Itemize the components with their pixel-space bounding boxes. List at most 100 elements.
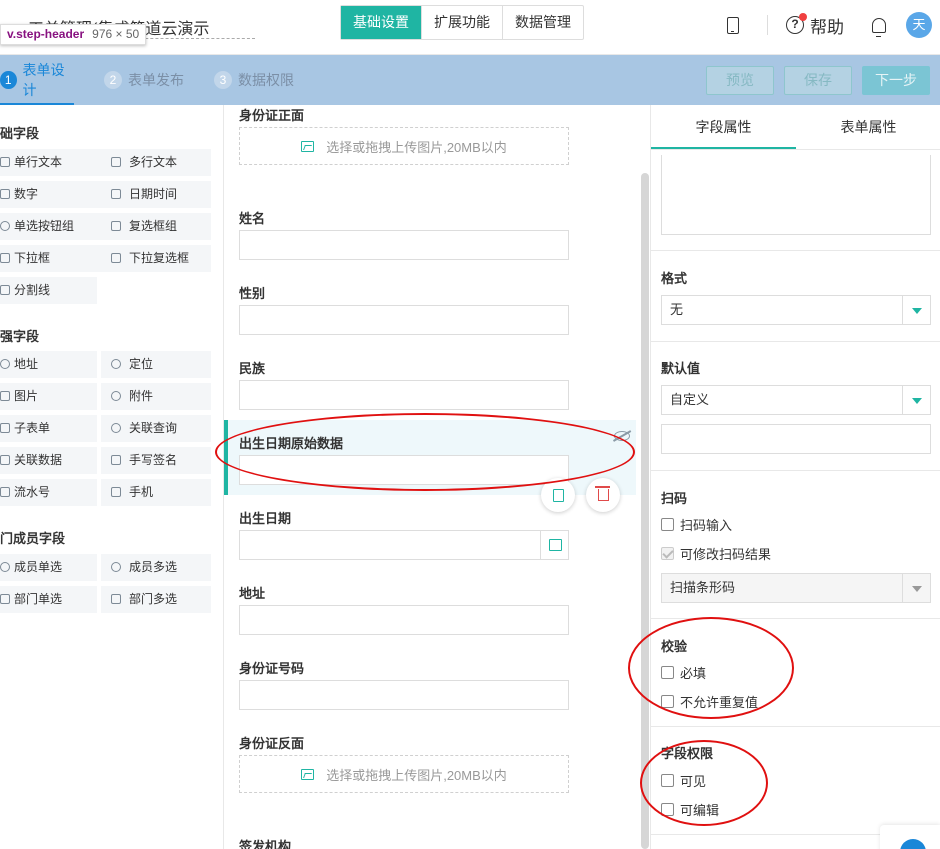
description-textarea[interactable] [661,155,931,235]
chevron-down-icon [902,296,930,324]
properties-tabs: 字段属性 表单属性 [651,105,940,150]
step-form-publish[interactable]: 2 表单发布 [104,55,184,105]
scan-type-value: 扫描条形码 [670,580,736,595]
validation-label: 校验 [661,639,688,654]
field-checkbox-group[interactable]: 复选框组 [101,213,211,240]
field-label: 流水号 [14,485,51,499]
checkbox-label: 可见 [680,773,707,789]
field-serial-number[interactable]: 流水号 [0,479,97,506]
format-select[interactable]: 无 [661,295,931,325]
field-linked-data[interactable]: 关联数据 [0,447,97,474]
field-phone[interactable]: 手机 [101,479,211,506]
field-divider[interactable]: 分割线 [0,277,97,304]
field-single-text[interactable]: 单行文本 [0,149,110,176]
required-checkbox[interactable]: 必填 [661,662,706,682]
form-canvas: 身份证正面 选择或拖拽上传图片,20MB以内 姓名 性别 民族 出生日期原始数据… [224,105,650,849]
tab-form-properties[interactable]: 表单属性 [796,105,940,149]
field-radio-group[interactable]: 单选按钮组 [0,213,110,240]
step-label: 数据权限 [238,72,294,88]
devtools-tag-dims: 976 × 50 [92,27,140,41]
default-value-select[interactable]: 自定义 [661,385,931,415]
field-label: 图片 [14,389,39,403]
visible-checkbox[interactable]: 可见 [661,770,706,790]
field-dropdown[interactable]: 下拉框 [0,245,110,272]
step-form-design[interactable]: 1 表单设计 [0,55,74,105]
no-duplicate-checkbox[interactable]: 不允许重复值 [661,691,758,711]
divider-icon [0,285,10,295]
preview-button[interactable]: 预览 [706,66,774,95]
default-value-input[interactable] [661,424,931,454]
step-data-permission[interactable]: 3 数据权限 [214,55,294,105]
scan-modify-checkbox[interactable]: 可修改扫码结果 [661,543,771,563]
next-step-button[interactable]: 下一步 [862,66,930,95]
users-icon [111,562,121,572]
editable-checkbox[interactable]: 可编辑 [661,799,719,819]
gender-input[interactable] [239,305,569,335]
checkbox-label: 可修改扫码结果 [680,546,772,562]
bell-icon[interactable] [872,17,886,37]
group-title-members: 门成员字段 [0,531,66,546]
upload-id-back[interactable]: 选择或拖拽上传图片,20MB以内 [239,755,569,793]
devtools-tag-name: v.step-header [7,27,85,41]
chat-support-button[interactable] [880,825,940,849]
field-label-issuer: 签发机构 [239,839,292,849]
upload-id-front[interactable]: 选择或拖拽上传图片,20MB以内 [239,127,569,165]
canvas-scrollbar[interactable] [641,173,649,849]
upload-cloud-icon [111,391,121,401]
id-number-input[interactable] [239,680,569,710]
field-member-multi[interactable]: 成员多选 [101,554,211,581]
help-button[interactable]: ? 帮助 [786,13,844,38]
checkbox-checked [661,546,674,560]
field-number[interactable]: 数字 [0,181,110,208]
field-member-single[interactable]: 成员单选 [0,554,97,581]
field-label-address: 地址 [239,586,266,601]
divider [767,15,768,35]
birth-raw-input[interactable] [239,455,569,485]
field-subform[interactable]: 子表单 [0,415,97,442]
address-input[interactable] [239,605,569,635]
date-picker-trigger[interactable] [540,530,569,560]
text-icon [0,157,10,167]
field-department-multi[interactable]: 部门多选 [101,586,211,613]
name-input[interactable] [239,230,569,260]
field-multi-text[interactable]: 多行文本 [101,149,211,176]
pen-icon [111,455,121,465]
properties-panel: 字段属性 表单属性 格式 无 默认值 自定义 扫码 扫码输入 可修改扫码结果 扫… [650,105,940,849]
radio-icon [0,221,10,231]
save-button[interactable]: 保存 [784,66,852,95]
divider [651,618,940,619]
notification-dot [799,13,807,21]
scan-label: 扫码 [661,491,688,506]
tab-extensions[interactable]: 扩展功能 [422,6,503,39]
field-geolocation[interactable]: 定位 [101,351,211,378]
ethnicity-input[interactable] [239,380,569,410]
scan-type-select[interactable]: 扫描条形码 [661,573,931,603]
title-underline [130,38,255,39]
field-department-single[interactable]: 部门单选 [0,586,97,613]
field-attachment[interactable]: 附件 [101,383,211,410]
field-image[interactable]: 图片 [0,383,97,410]
tab-basic-settings[interactable]: 基础设置 [341,6,422,39]
field-linked-query[interactable]: 关联查询 [101,415,211,442]
tab-data-management[interactable]: 数据管理 [503,6,583,39]
avatar[interactable]: 天 [906,12,932,38]
checkbox [661,665,674,679]
group-title-basic: 础字段 [0,126,40,141]
field-datetime[interactable]: 日期时间 [101,181,211,208]
field-label: 附件 [129,389,154,403]
field-signature[interactable]: 手写签名 [101,447,211,474]
scan-input-checkbox[interactable]: 扫码输入 [661,514,732,534]
serial-icon [0,487,10,497]
field-label-id-front: 身份证正面 [239,108,305,123]
tab-field-properties[interactable]: 字段属性 [651,105,796,149]
user-icon [0,562,10,572]
field-dropdown-multi[interactable]: 下拉复选框 [101,245,211,272]
copy-field-button[interactable] [541,478,575,512]
field-label: 多行文本 [129,155,178,169]
delete-field-button[interactable] [586,478,620,512]
mobile-preview-icon[interactable] [727,16,739,34]
default-value-label: 默认值 [661,361,701,376]
eye-hidden-icon[interactable] [614,431,630,441]
field-address[interactable]: 地址 [0,351,97,378]
birthdate-input[interactable] [239,530,569,560]
